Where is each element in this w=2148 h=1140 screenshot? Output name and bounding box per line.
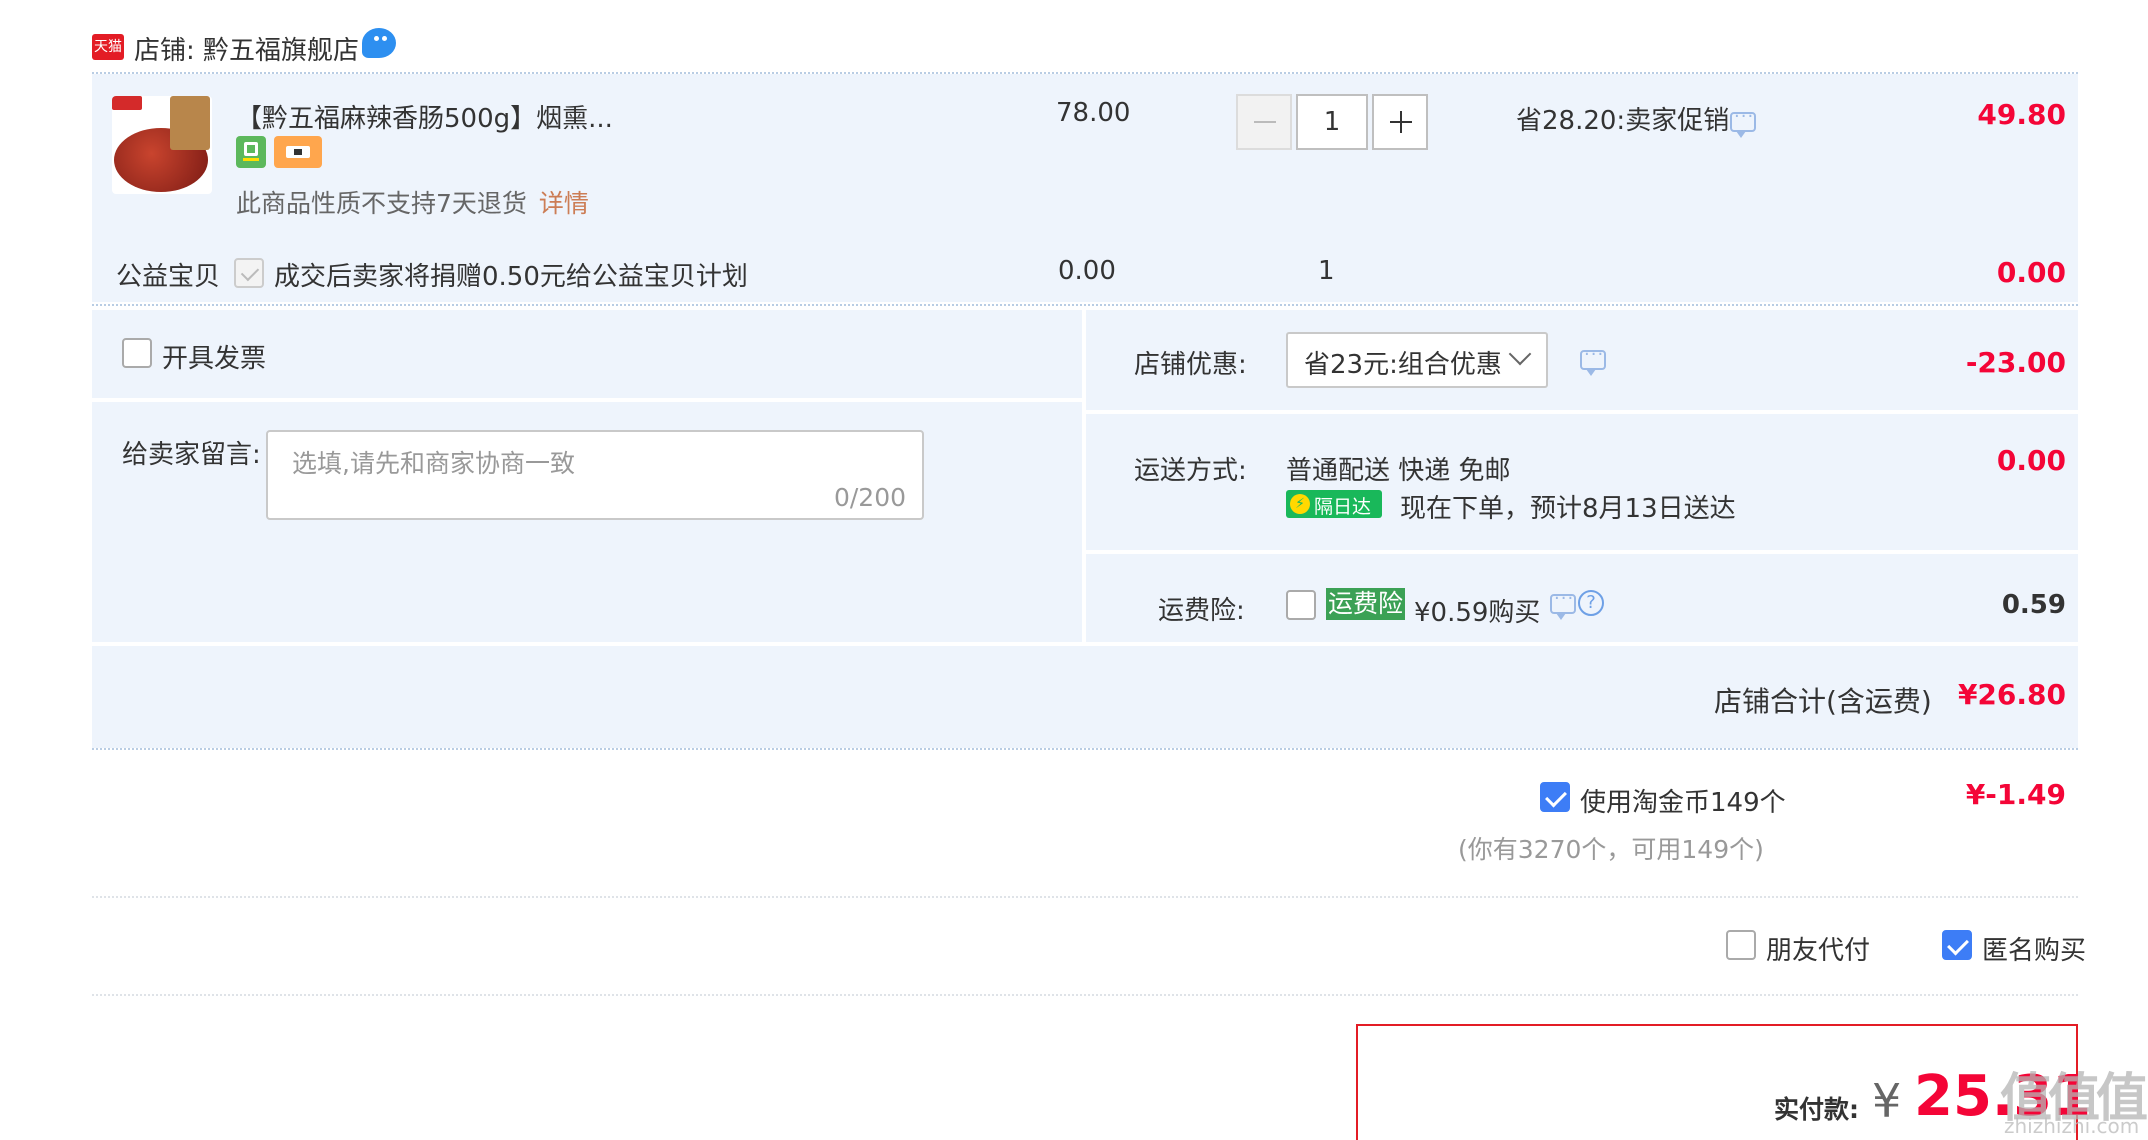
friend-pay-label[interactable]: 朋友代付	[1766, 930, 1870, 967]
insurance-amount: 0.59	[2001, 590, 2066, 620]
charity-qty: 1	[1318, 256, 1335, 286]
charity-checkbox	[234, 258, 264, 288]
charity-text: 成交后卖家将捐赠0.50元给公益宝贝计划	[274, 262, 748, 292]
coins-label[interactable]: 使用淘金币149个	[1580, 782, 1786, 819]
message-textarea[interactable]: 选填,请先和商家协商一致 0/200	[266, 430, 924, 520]
item-subtotal: 49.80	[1977, 98, 2066, 131]
friend-pay-checkbox[interactable]	[1726, 930, 1756, 960]
no-return-text: 此商品性质不支持7天退货	[236, 189, 527, 218]
help-icon[interactable]: ?	[1578, 590, 1604, 616]
shipping-method: 普通配送 快递 免邮	[1286, 456, 1511, 486]
discount-amount: -23.00	[1965, 346, 2066, 379]
lightning-icon: ⚡	[1290, 494, 1310, 514]
shop-total-amount: ¥26.80	[1957, 678, 2066, 711]
next-day-badge: ⚡ 隔日达	[1286, 490, 1382, 518]
message-counter: 0/200	[833, 483, 906, 512]
anonymous-label[interactable]: 匿名购买	[1982, 930, 2086, 967]
shop-total-label: 店铺合计(含运费)	[1714, 685, 1932, 718]
shop-name[interactable]: 店铺: 黔五福旗舰店	[134, 30, 359, 67]
coins-note: (你有3270个，可用149个)	[1458, 835, 1764, 864]
guarantee-icon[interactable]	[236, 136, 266, 168]
quantity-input[interactable]: 1	[1296, 94, 1368, 150]
pay-box: 实付款: ¥ 25.31	[1356, 1024, 2091, 1140]
unit-price: 78.00	[1056, 98, 1131, 128]
shop-header: 天猫 店铺: 黔五福旗舰店	[90, 28, 690, 67]
promo-text: 省28.20:卖家促销	[1516, 106, 1730, 136]
credit-card-icon[interactable]	[274, 136, 322, 168]
options-divider	[92, 994, 2078, 996]
promo-chat-icon[interactable]	[1730, 106, 1756, 138]
shipping-amount: 0.00	[1996, 444, 2066, 477]
decrease-button[interactable]	[1236, 94, 1292, 150]
charity-amount: 0.00	[1996, 256, 2066, 289]
quantity-stepper: 1	[1236, 94, 1430, 152]
coins-checkbox[interactable]	[1540, 782, 1570, 812]
wangwang-chat-icon[interactable]	[362, 28, 396, 58]
insurance-chat-icon[interactable]	[1550, 588, 1576, 620]
watermark-url: zhizhizhi.com	[2004, 1114, 2140, 1138]
product-thumbnail[interactable]	[112, 96, 212, 194]
shipping-eta: 现在下单，预计8月13日送达	[1400, 494, 1736, 524]
total-divider	[92, 748, 2078, 750]
discount-chat-icon[interactable]	[1580, 344, 1606, 376]
pay-currency: ¥	[1872, 1074, 1902, 1128]
discount-select[interactable]: 省23元:组合优惠	[1286, 332, 1548, 388]
shipping-label: 运送方式:	[1134, 456, 1247, 486]
discount-selected: 省23元:组合优惠	[1304, 350, 1502, 380]
chevron-down-icon	[1508, 342, 1532, 366]
message-placeholder: 选填,请先和商家协商一致	[292, 449, 575, 478]
invoice-label[interactable]: 开具发票	[162, 338, 266, 375]
pay-label: 实付款:	[1774, 1095, 1859, 1124]
invoice-checkbox[interactable]	[122, 338, 152, 368]
insurance-tag: 运费险	[1326, 588, 1406, 620]
no-return-note: 此商品性质不支持7天退货 详情	[236, 184, 589, 220]
product-title[interactable]: 【黔五福麻辣香肠500g】烟熏...	[236, 98, 613, 135]
coins-divider	[92, 896, 2078, 898]
insurance-checkbox[interactable]	[1286, 590, 1316, 620]
insurance-price: ¥0.59购买	[1414, 598, 1541, 628]
item-divider	[92, 304, 2078, 306]
anonymous-checkbox[interactable]	[1942, 930, 1972, 960]
discount-label: 店铺优惠:	[1134, 350, 1247, 380]
detail-link[interactable]: 详情	[539, 189, 589, 218]
coins-amount: ¥-1.49	[1965, 778, 2066, 811]
insurance-label: 运费险:	[1158, 596, 1245, 626]
charity-price: 0.00	[1058, 256, 1116, 286]
increase-button[interactable]	[1372, 94, 1428, 150]
tmall-logo-icon: 天猫	[92, 34, 124, 60]
message-label: 给卖家留言:	[122, 440, 261, 470]
next-day-text: 隔日达	[1314, 496, 1372, 518]
charity-label: 公益宝贝	[116, 262, 221, 292]
